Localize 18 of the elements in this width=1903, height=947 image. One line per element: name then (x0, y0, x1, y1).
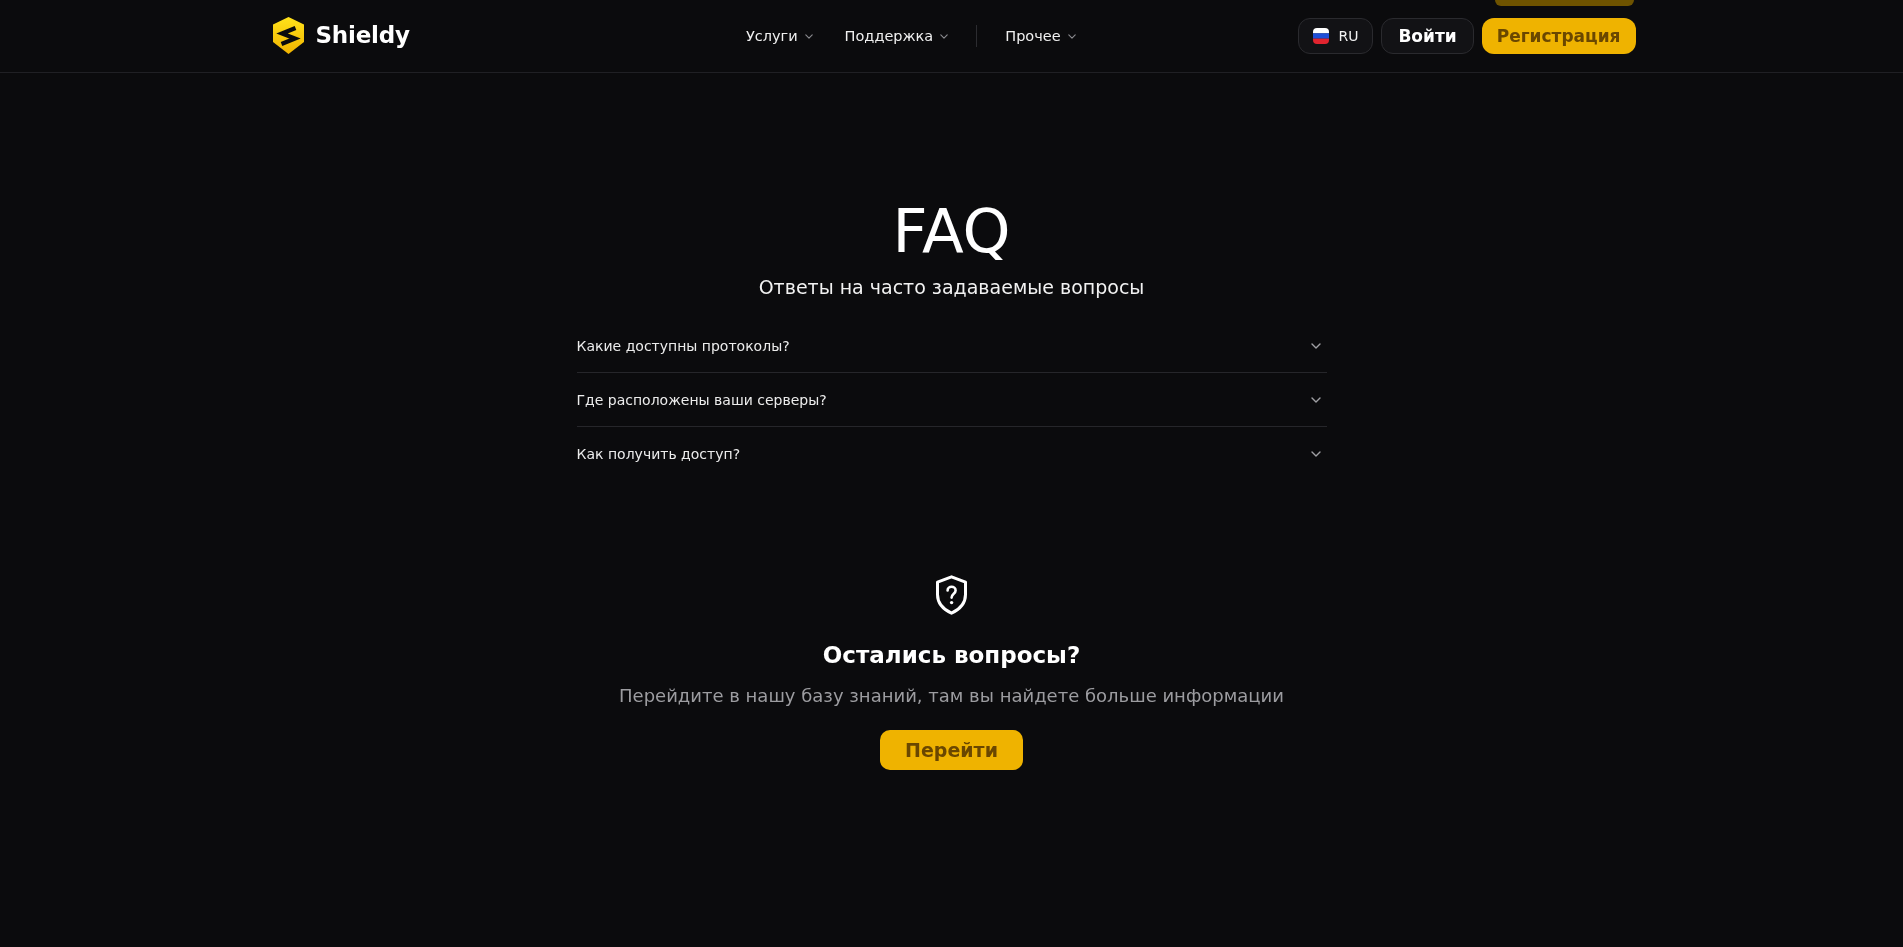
language-button[interactable]: RU (1298, 18, 1374, 54)
help-description: Перейдите в нашу базу знаний, там вы найдете больше информации (619, 685, 1284, 707)
shield-logo-icon (272, 16, 304, 54)
help-heading: Остались вопросы? (822, 641, 1081, 669)
nav-menu-button[interactable]: Прочее (1005, 21, 1076, 51)
logo-link[interactable]: Shieldy (272, 16, 410, 54)
login-button[interactable]: Войти (1381, 18, 1474, 54)
faq-question[interactable]: Где расположены ваши серверы? (576, 373, 1327, 427)
page-title: FAQ (892, 200, 1011, 261)
page-subtitle: Ответы на часто задаваемые вопросы (758, 276, 1145, 299)
flag-icon (1313, 28, 1330, 44)
nav-menu-button[interactable]: Услуги (745, 21, 813, 51)
faq-question[interactable]: Какие доступны протоколы? (576, 319, 1327, 373)
nav-menu-button[interactable]: Поддержка (844, 21, 949, 51)
register-button[interactable]: Регистрация (1481, 18, 1636, 54)
shield-question-icon (935, 575, 968, 615)
go-button[interactable]: Перейти (880, 730, 1023, 770)
faq-question[interactable]: Как получить доступ? (576, 427, 1327, 480)
